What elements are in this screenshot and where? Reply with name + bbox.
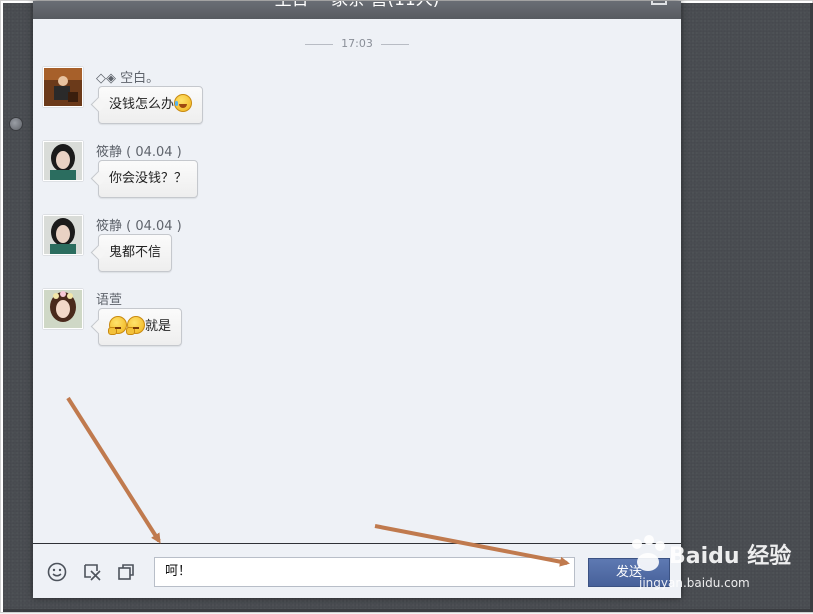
window-control-icon[interactable] xyxy=(651,1,667,5)
sender-name: 筱静 ( 04.04 ) xyxy=(96,145,182,160)
copy-window-icon[interactable] xyxy=(115,561,137,583)
time-divider: 17:03 xyxy=(33,37,681,50)
sender-name: ◇◈ 空白。 xyxy=(96,71,160,86)
screenshot-frame: 主日 一家亲 喾(11人) 17:03 ◇◈ 空白。 没钱怎么办 筱静 ( 04… xyxy=(0,0,813,613)
baidu-watermark: Baidu 经验 jingyan.baidu.com xyxy=(621,528,791,598)
message-text: 你会没钱？？ xyxy=(109,171,188,186)
watermark-brand: Baidu 经验 xyxy=(669,544,792,569)
message-text: 鬼都不信 xyxy=(109,245,162,260)
screenshot-scissors-icon[interactable] xyxy=(81,561,103,583)
timestamp-text: 17:03 xyxy=(341,37,373,50)
watermark-url: jingyan.baidu.com xyxy=(639,576,750,590)
message-bubble[interactable]: 鬼都不信 xyxy=(98,234,173,272)
divider-line xyxy=(305,43,334,45)
title-bar: 主日 一家亲 喾(11人) xyxy=(33,1,681,19)
thinking-icon xyxy=(108,316,127,335)
sender-name: 筱静 ( 04.04 ) xyxy=(96,219,182,234)
avatar[interactable] xyxy=(43,141,83,181)
side-handle[interactable] xyxy=(10,118,22,130)
baidu-paw-icon xyxy=(632,535,665,571)
avatar[interactable] xyxy=(43,215,83,255)
input-bar: 呵！ 发送 xyxy=(33,543,681,598)
divider-line xyxy=(380,43,409,45)
message-text: 就是 xyxy=(145,319,172,334)
message-text: 没钱怎么办 xyxy=(109,97,175,112)
message-bubble[interactable]: 就是 xyxy=(98,308,183,346)
sender-name: 语萱 xyxy=(96,293,123,308)
window-title: 主日 一家亲 喾(11人) xyxy=(33,1,681,9)
thinking-icon xyxy=(126,316,145,335)
emoji-icon[interactable] xyxy=(46,561,68,583)
avatar[interactable] xyxy=(43,67,83,107)
message-bubble[interactable]: 没钱怎么办 xyxy=(98,86,204,124)
laugh-cry-icon xyxy=(174,94,193,112)
avatar[interactable] xyxy=(43,289,83,329)
message-input[interactable]: 呵！ xyxy=(154,557,575,587)
message-bubble[interactable]: 你会没钱？？ xyxy=(98,160,199,198)
chat-window: 主日 一家亲 喾(11人) 17:03 ◇◈ 空白。 没钱怎么办 筱静 ( 04… xyxy=(33,1,681,598)
